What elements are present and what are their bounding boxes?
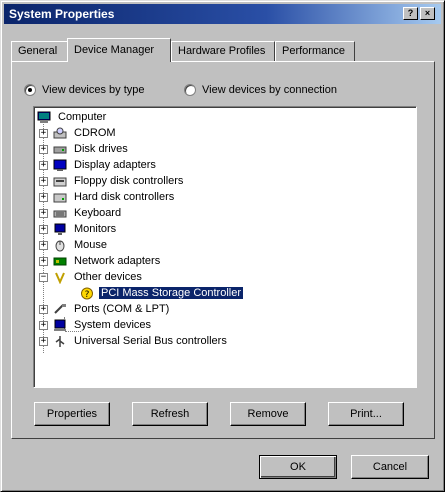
tree-item-monitors[interactable]: + Monitors (39, 221, 118, 237)
warning-device-icon: ? (81, 287, 93, 300)
radio-by-type[interactable] (24, 84, 36, 96)
radio-by-connection[interactable] (184, 84, 196, 96)
expand-toggle[interactable]: + (39, 160, 48, 170)
device-tree[interactable]: Computer + CDROM + Disk drives + Display… (33, 106, 417, 388)
expand-toggle[interactable]: + (39, 208, 48, 218)
tree-item-usb-controllers[interactable]: + Universal Serial Bus controllers (39, 333, 229, 349)
computer-icon (37, 111, 51, 123)
network-adapter-icon (53, 257, 67, 265)
ports-icon (54, 303, 66, 314)
tree-item-label: Network adapters (74, 255, 161, 267)
view-by-connection-label: View devices by connection (202, 84, 337, 96)
expand-toggle[interactable]: + (39, 240, 48, 250)
tree-item-mouse[interactable]: + Mouse (39, 237, 109, 253)
floppy-controller-icon (53, 177, 67, 186)
ok-button[interactable]: OK (259, 455, 337, 479)
cdrom-icon (53, 127, 67, 138)
svg-text:?: ? (85, 290, 90, 300)
help-button[interactable]: ? (403, 7, 418, 20)
expand-toggle[interactable]: + (39, 144, 48, 154)
tree-item-label: Keyboard (74, 207, 122, 219)
tree-item-label: Hard disk controllers (74, 191, 175, 203)
expand-toggle[interactable]: + (39, 256, 48, 266)
tree-item-label: Ports (COM & LPT) (74, 303, 170, 315)
tree-item-label: System devices (74, 319, 152, 331)
tree-item-label: Floppy disk controllers (74, 175, 184, 187)
tree-item-network-adapters[interactable]: + Network adapters (39, 253, 162, 269)
tree-root-computer[interactable]: Computer (37, 109, 108, 125)
tree-item-label: Disk drives (74, 143, 128, 155)
system-properties-window: System Properties ? × General Device Man… (0, 0, 445, 492)
expand-toggle[interactable]: + (39, 128, 48, 138)
tree-item-label: CDROM (74, 127, 116, 139)
expand-toggle[interactable]: + (39, 176, 48, 186)
tree-item-ports[interactable]: + Ports (COM & LPT) (39, 301, 171, 317)
remove-button[interactable]: Remove (230, 402, 306, 426)
monitor-icon (54, 223, 66, 235)
disk-drive-icon (53, 146, 67, 153)
view-by-type-option[interactable]: View devices by type (24, 84, 145, 96)
usb-icon (55, 335, 65, 347)
display-adapter-icon (53, 159, 67, 171)
expand-toggle[interactable]: + (39, 192, 48, 202)
tree-item-system-devices[interactable]: + System devices (39, 317, 153, 333)
expand-toggle[interactable]: + (39, 320, 48, 330)
view-by-connection-option[interactable]: View devices by connection (184, 84, 337, 96)
tree-item-label: Other devices (74, 271, 142, 283)
system-devices-icon (54, 319, 66, 331)
other-devices-icon (55, 272, 65, 284)
print-button[interactable]: Print... (328, 402, 404, 426)
tree-item-floppy-controllers[interactable]: + Floppy disk controllers (39, 173, 185, 189)
title-bar[interactable]: System Properties ? × (4, 4, 441, 24)
window-title: System Properties (9, 7, 115, 21)
expand-toggle[interactable]: + (39, 224, 48, 234)
close-button[interactable]: × (420, 7, 435, 20)
tree-item-pci-mass-storage[interactable]: ? PCI Mass Storage Controller (80, 285, 244, 301)
tab-general[interactable]: General (11, 41, 69, 61)
tree-item-label: Monitors (74, 223, 117, 235)
tree-item-keyboard[interactable]: + Keyboard (39, 205, 123, 221)
tree-item-label: Universal Serial Bus controllers (74, 335, 227, 347)
mouse-icon (55, 240, 65, 251)
tab-device-manager[interactable]: Device Manager (67, 38, 171, 62)
keyboard-icon (53, 210, 67, 217)
view-by-type-label: View devices by type (42, 84, 145, 96)
tree-item-hard-disk-controllers[interactable]: + Hard disk controllers (39, 189, 176, 205)
tab-hardware-profiles[interactable]: Hardware Profiles (171, 41, 275, 61)
tree-item-label-selected: PCI Mass Storage Controller (98, 286, 244, 300)
tree-item-other-devices[interactable]: − Other devices (39, 269, 144, 285)
tree-item-label: Computer (58, 111, 107, 123)
tree-item-disk-drives[interactable]: + Disk drives (39, 141, 130, 157)
refresh-button[interactable]: Refresh (132, 402, 208, 426)
collapse-toggle[interactable]: − (39, 272, 48, 282)
tree-item-label: Display adapters (74, 159, 156, 171)
tree-item-cdrom[interactable]: + CDROM (39, 125, 118, 141)
expand-toggle[interactable]: + (39, 304, 48, 314)
tree-item-label: Mouse (74, 239, 108, 251)
hard-disk-controller-icon (53, 193, 67, 202)
tab-performance[interactable]: Performance (275, 41, 355, 61)
properties-button[interactable]: Properties (34, 402, 110, 426)
cancel-button[interactable]: Cancel (351, 455, 429, 479)
device-manager-panel: View devices by type View devices by con… (11, 61, 435, 439)
tree-item-display-adapters[interactable]: + Display adapters (39, 157, 158, 173)
expand-toggle[interactable]: + (39, 336, 48, 346)
